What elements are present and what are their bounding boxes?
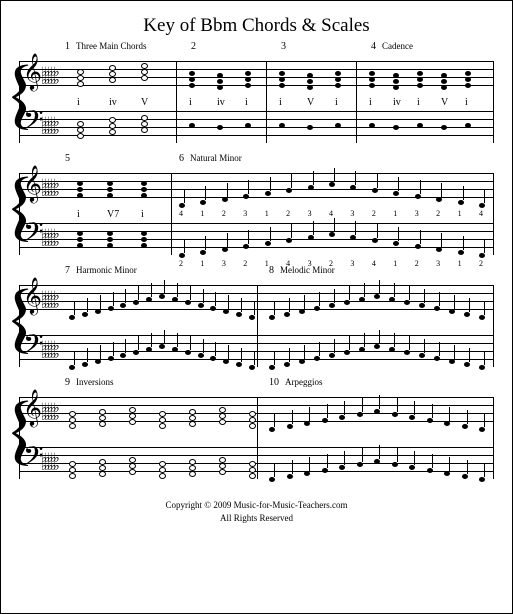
roman-numeral: iv (393, 97, 401, 108)
fingering-number: 2 (436, 209, 440, 218)
roman-numeral: V (307, 97, 314, 108)
roman-numeral: iv (217, 97, 225, 108)
system-3: 7Harmonic Minor 8Melodic Minor 𝄔 𝄞 𝄢 ♭♭♭… (19, 275, 494, 359)
measure-label: Cadence (382, 41, 413, 51)
system-2: 5 6Natural Minor 𝄔 𝄞 𝄢 ♭♭♭♭♭ ♭♭♭♭♭ ♭♭♭♭♭… (19, 163, 494, 247)
fingering-number: 1 (200, 259, 204, 268)
fingering-number: 1 (393, 259, 397, 268)
footer: Copyright © 2009 Music-for-Music-Teacher… (19, 499, 494, 524)
roman-numeral: i (189, 97, 192, 108)
fingering-number: 3 (436, 259, 440, 268)
roman-numeral: V7 (107, 209, 119, 220)
measure-label: Harmonic Minor (76, 265, 137, 275)
roman-numeral: i (279, 97, 282, 108)
measure-label: Three Main Chords (76, 41, 146, 51)
roman-numeral: iv (109, 97, 117, 108)
fingering-number: 1 (458, 209, 462, 218)
measure-label: Inversions (76, 377, 114, 387)
fingering-number: 2 (222, 209, 226, 218)
roman-numeral: V (141, 97, 148, 108)
roman-numeral: i (465, 97, 468, 108)
grand-staff-brace-icon: 𝄔 (9, 283, 19, 369)
roman-numeral: i (245, 97, 248, 108)
fingering-number: 4 (372, 259, 376, 268)
rights-text: All Rights Reserved (19, 512, 494, 525)
fingering-number: 2 (372, 209, 376, 218)
treble-clef-icon: 𝄞 (23, 55, 42, 87)
fingering-number: 4 (329, 209, 333, 218)
fingering-number: 1 (200, 209, 204, 218)
treble-clef-icon: 𝄞 (23, 391, 42, 423)
roman-numeral: i (77, 209, 80, 220)
measure-label: Melodic Minor (280, 265, 335, 275)
fingering-number: 2 (479, 259, 483, 268)
fingering-number: 2 (415, 259, 419, 268)
page-title: Key of Bbm Chords & Scales (19, 15, 494, 37)
measure-label: Arpeggios (285, 377, 323, 387)
fingering-number: 3 (243, 209, 247, 218)
sheet-music-page: Key of Bbm Chords & Scales 1Three Main C… (1, 1, 512, 532)
fingering-number: 3 (308, 209, 312, 218)
fingering-number: 2 (179, 259, 183, 268)
treble-clef-icon: 𝄞 (23, 279, 42, 311)
fingering-number: 4 (479, 209, 483, 218)
fingering-number: 2 (286, 209, 290, 218)
grand-staff-brace-icon: 𝄔 (9, 59, 19, 145)
fingering-number: 4 (179, 209, 183, 218)
measure-label: Natural Minor (190, 153, 242, 163)
roman-numeral: i (335, 97, 338, 108)
system-1: 1Three Main Chords 2 3 4Cadence 𝄔 𝄞 𝄢 ♭♭… (19, 51, 494, 135)
grand-staff-brace-icon: 𝄔 (9, 171, 19, 257)
fingering-number: 1 (265, 209, 269, 218)
fingering-number: 3 (415, 209, 419, 218)
copyright-text: Copyright © 2009 Music-for-Music-Teacher… (19, 499, 494, 512)
roman-numeral: i (77, 97, 80, 108)
fingering-number: 2 (243, 259, 247, 268)
roman-numeral: i (141, 209, 144, 220)
fingering-number: 3 (350, 259, 354, 268)
fingering-number: 3 (222, 259, 226, 268)
roman-numeral: i (417, 97, 420, 108)
system-4: 9Inversions 10Arpeggios 𝄔 𝄞 𝄢 ♭♭♭♭♭ ♭♭♭♭… (19, 387, 494, 471)
fingering-number: 1 (393, 209, 397, 218)
fingering-number: 3 (350, 209, 354, 218)
roman-numeral: i (369, 97, 372, 108)
treble-clef-icon: 𝄞 (23, 167, 42, 199)
fingering-number: 1 (458, 259, 462, 268)
roman-numeral: V (441, 97, 448, 108)
grand-staff-brace-icon: 𝄔 (9, 395, 19, 481)
